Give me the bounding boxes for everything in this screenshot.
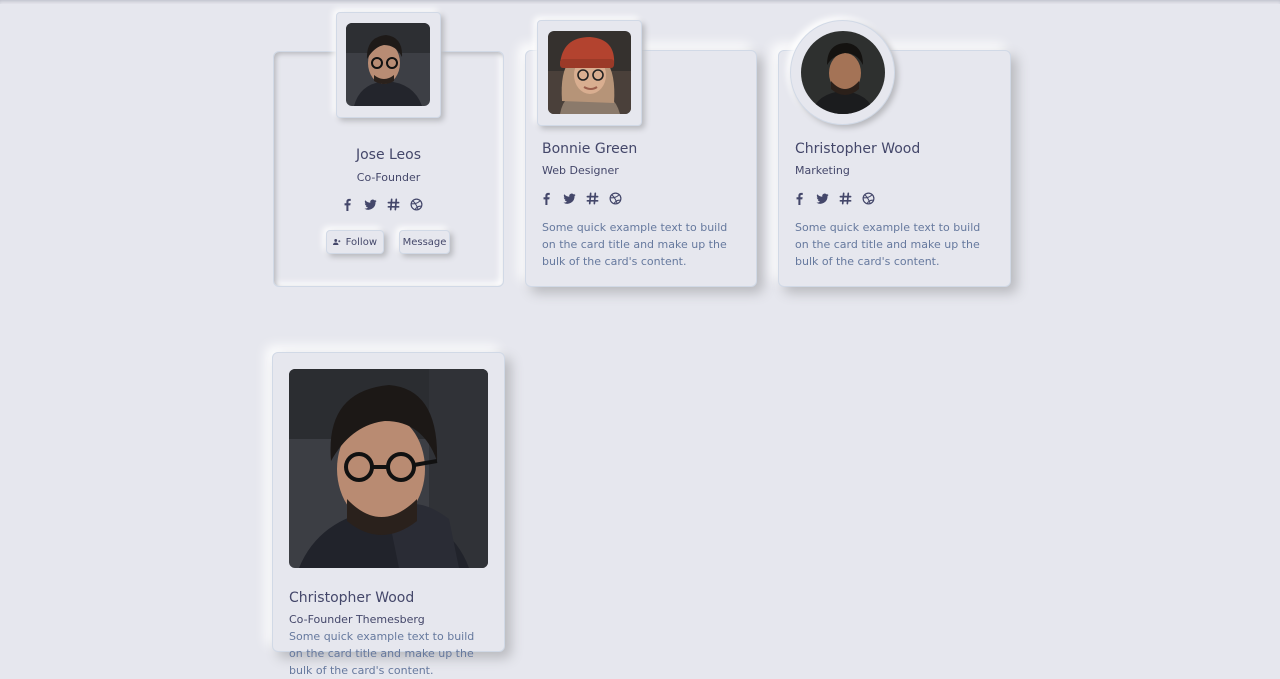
- facebook-icon[interactable]: [539, 191, 553, 205]
- card-description: Some quick example text to build on the …: [289, 630, 475, 677]
- card-name: Christopher Wood: [289, 590, 415, 606]
- social-icons: [792, 191, 875, 205]
- dribbble-icon[interactable]: [608, 191, 622, 205]
- twitter-icon[interactable]: [815, 191, 829, 205]
- card-role: Co-Founder Themesberg: [289, 613, 425, 626]
- avatar: [801, 31, 885, 114]
- card-role: Co-Founder: [356, 171, 421, 184]
- twitter-icon[interactable]: [363, 197, 377, 211]
- social-icons: [539, 191, 622, 205]
- social-icons: [340, 197, 423, 211]
- avatar: [548, 31, 631, 114]
- message-button-label: Message: [402, 236, 447, 248]
- avatar: [346, 23, 430, 106]
- card-name: Bonnie Green: [542, 141, 638, 157]
- twitter-icon[interactable]: [562, 191, 576, 205]
- profile-photo: [289, 369, 488, 568]
- top-edge-shadow: [0, 0, 1280, 4]
- card-name: Jose Leos: [355, 147, 422, 163]
- card-role: Marketing: [795, 164, 850, 177]
- dribbble-icon[interactable]: [409, 197, 423, 211]
- user-plus-icon: [333, 239, 341, 245]
- follow-button[interactable]: Follow: [326, 230, 384, 254]
- dribbble-icon[interactable]: [861, 191, 875, 205]
- facebook-icon[interactable]: [792, 191, 806, 205]
- slack-icon[interactable]: [386, 197, 400, 211]
- slack-icon[interactable]: [838, 191, 852, 205]
- card-description: Some quick example text to build on the …: [795, 221, 981, 268]
- facebook-icon[interactable]: [340, 197, 354, 211]
- slack-icon[interactable]: [585, 191, 599, 205]
- card-description: Some quick example text to build on the …: [542, 221, 728, 268]
- follow-button-label: Follow: [345, 236, 377, 248]
- card-role: Web Designer: [542, 164, 619, 177]
- card-name: Christopher Wood: [795, 141, 921, 157]
- message-button[interactable]: Message: [399, 230, 450, 254]
